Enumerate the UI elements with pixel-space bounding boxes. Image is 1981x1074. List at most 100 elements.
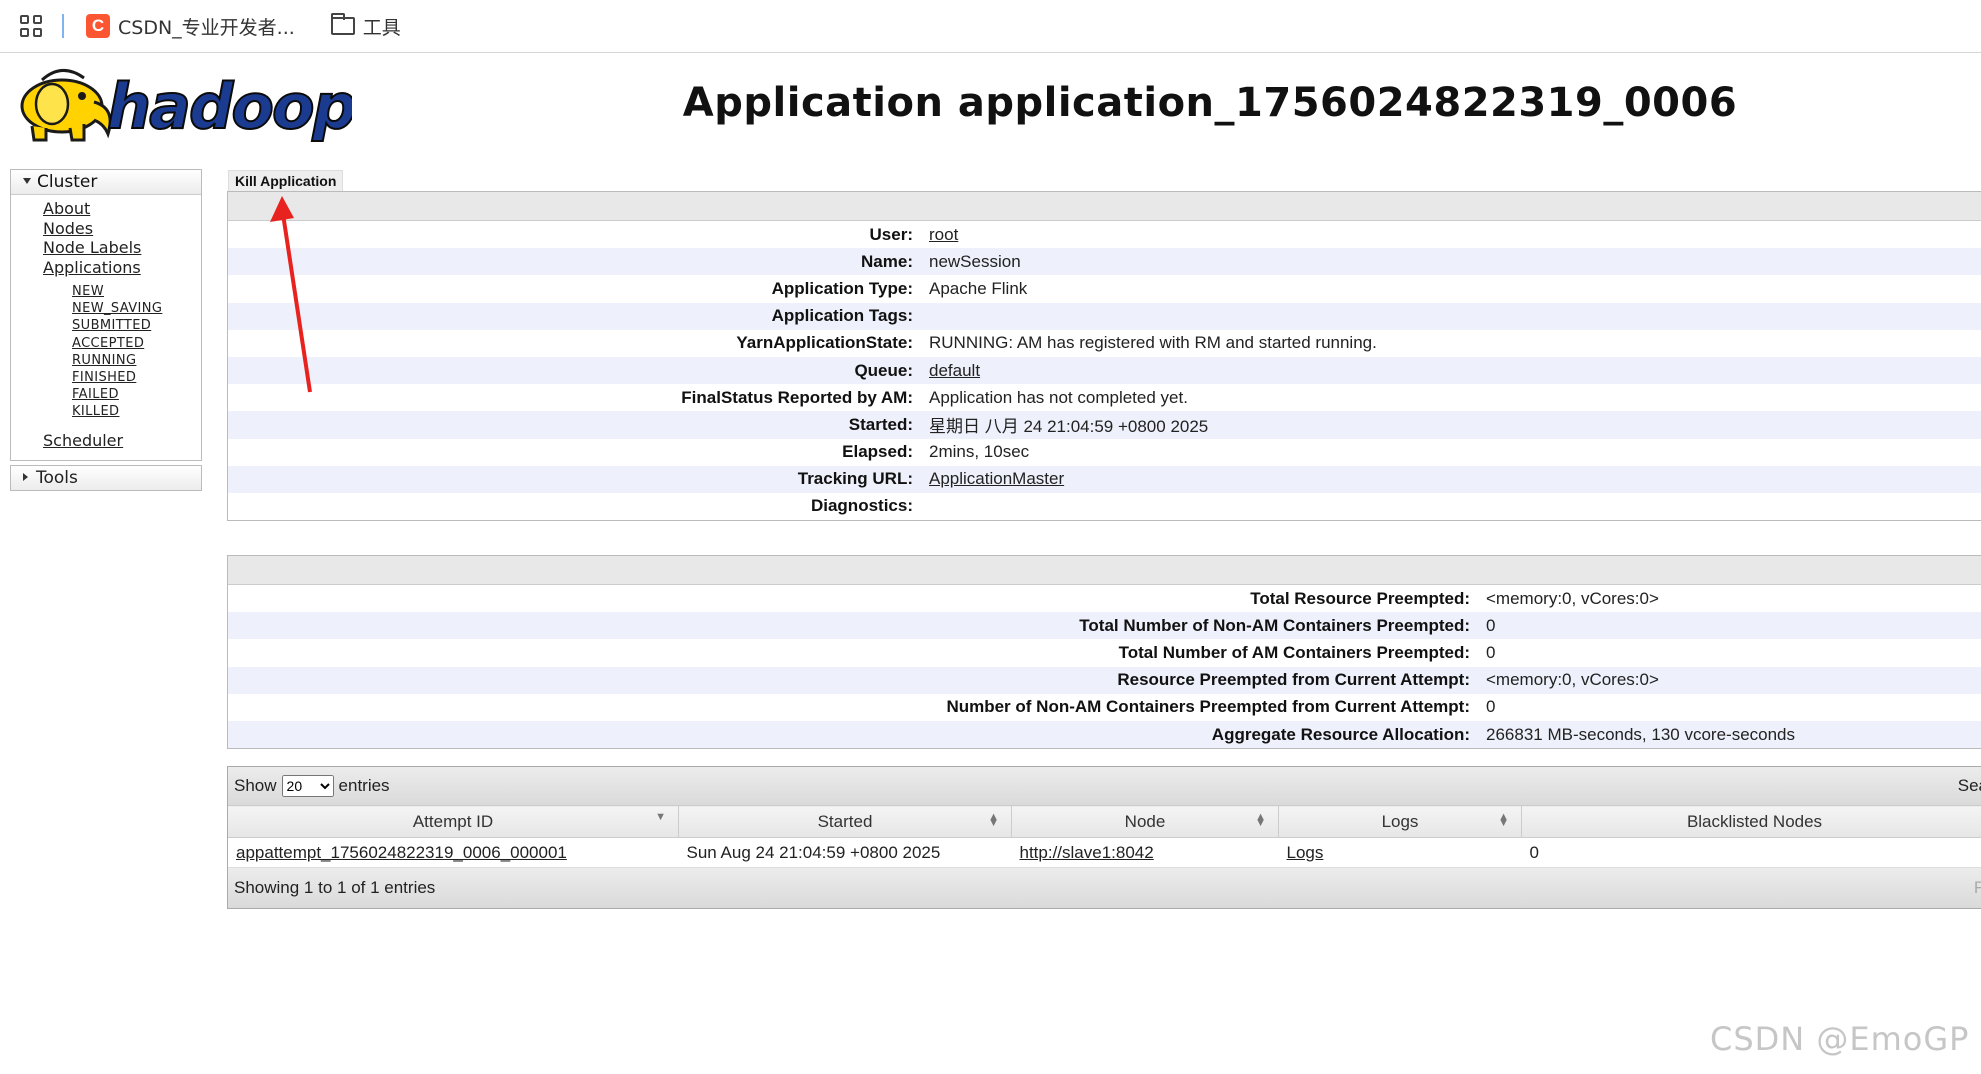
info-row-queue: Queue: default [228, 356, 1981, 385]
column-label: Node [1124, 811, 1166, 831]
hadoop-elephant-icon [20, 69, 112, 142]
watermark: CSDN @EmoGP [1710, 1020, 1970, 1058]
attempt-id-link[interactable]: appattempt_1756024822319_0006_000001 [236, 843, 567, 862]
cluster-label: Cluster [37, 172, 98, 192]
hadoop-logo[interactable]: hadoop [12, 62, 352, 144]
info-key: Diagnostics: [810, 496, 913, 516]
attempt-started: Sun Aug 24 21:04:59 +0800 2025 [678, 837, 1012, 868]
bookmark-label: CSDN_专业开发者... [118, 16, 295, 39]
nav-link-nodes[interactable]: Nodes [43, 219, 93, 238]
cluster-toggle[interactable]: Cluster [11, 170, 201, 195]
info-key: Total Number of AM Containers Preempted: [1118, 642, 1470, 662]
info-value: 0 [1486, 642, 1496, 662]
bookmark-separator [62, 14, 64, 38]
pagination-first[interactable]: Fi [1974, 878, 1981, 898]
panel-header [228, 556, 1981, 585]
sidebar-nav: Cluster About Nodes Node Labels Applicat… [10, 169, 202, 492]
info-row-tags: Application Tags: [228, 302, 1981, 330]
triangle-right-icon [23, 473, 28, 482]
panel-header [228, 192, 1981, 221]
nav-state-killed[interactable]: KILLED [72, 404, 119, 419]
hadoop-logo-text: hadoop [107, 70, 352, 143]
nav-state-finished[interactable]: FINISHED [72, 370, 136, 385]
info-value: RUNNING: AM has registered with RM and s… [929, 333, 1377, 353]
nav-state-failed[interactable]: FAILED [72, 387, 119, 402]
cluster-section: Cluster About Nodes Node Labels Applicat… [10, 169, 202, 462]
info-row-elapsed: Elapsed: 2mins, 10sec [228, 439, 1981, 466]
info-value: Apache Flink [929, 278, 1028, 298]
col-node[interactable]: Node ▲ ▼ [1011, 805, 1279, 838]
preempt-row: Total Number of Non-AM Containers Preemp… [228, 612, 1981, 640]
info-value [929, 302, 1981, 330]
info-value: 星期日 八月 24 21:04:59 +0800 2025 [929, 411, 1981, 439]
info-value: <memory:0, vCores:0> [1486, 588, 1659, 608]
attempts-table: Attempt ID ▼ Started ▲ ▼ Node ▲ ▼ Logs ▲ ▼ Blac… [228, 805, 1981, 868]
info-row-user: User: root [228, 221, 1981, 248]
preempt-row: Aggregate Resource Allocation: 266831 MB-… [228, 720, 1981, 749]
tools-label: Tools [36, 468, 78, 489]
annotation-arrow [270, 196, 312, 393]
csdn-icon: C [86, 14, 110, 38]
col-blacklisted-nodes[interactable]: Blacklisted Nodes [1521, 805, 1981, 838]
sort-both-icon: ▲ ▼ [1498, 811, 1509, 829]
blacklisted-nodes-value: 0 [1521, 837, 1981, 868]
info-key: Name: [228, 248, 929, 276]
node-link[interactable]: http://slave1:8042 [1020, 843, 1154, 862]
nav-state-new-saving[interactable]: NEW_SAVING [72, 301, 162, 316]
nav-link-applications[interactable]: Applications [43, 258, 141, 277]
nav-link-scheduler[interactable]: Scheduler [43, 431, 123, 450]
application-overview-panel: User: root Name: newSession Application Ty… [227, 191, 1981, 522]
info-value: 266831 MB-seconds, 130 vcore-seconds [1486, 720, 1981, 749]
info-key: Resource Preempted from Current Attempt: [228, 666, 1486, 694]
search-label: Sea [1957, 776, 1981, 795]
info-row-state: YarnApplicationState: RUNNING: AM has reg… [228, 330, 1981, 357]
info-key: Application Tags: [228, 302, 929, 330]
col-started[interactable]: Started ▲ ▼ [678, 805, 1012, 838]
column-label: Started [817, 811, 873, 831]
page-title: Application application_1756024822319_00… [682, 80, 1738, 126]
column-label: Blacklisted Nodes [1686, 811, 1823, 831]
info-key: User: [869, 224, 913, 244]
nav-link-about[interactable]: About [43, 199, 90, 218]
info-key: Started: [228, 411, 929, 439]
info-value: <memory:0, vCores:0> [1486, 666, 1981, 694]
folder-icon [330, 13, 355, 35]
bookmarks-bar: C CSDN_专业开发者... 工具 [0, 0, 1981, 53]
queue-link[interactable]: default [929, 361, 980, 380]
sort-desc-icon: ▼ [655, 811, 666, 823]
info-key: FinalStatus Reported by AM: [681, 387, 913, 407]
info-row-started: Started: 星期日 八月 24 21:04:59 +0800 2025 [228, 411, 1981, 439]
nav-state-accepted[interactable]: ACCEPTED [72, 336, 144, 351]
preemption-panel: Total Resource Preempted: <memory:0, vCor… [227, 555, 1981, 750]
table-controls: Show 20 entries Sea [228, 767, 1981, 805]
nav-link-node-labels[interactable]: Node Labels [43, 238, 141, 257]
triangle-down-icon [23, 178, 31, 184]
preempt-row: Number of Non-AM Containers Preempted fr… [228, 694, 1981, 721]
column-label: Logs [1381, 811, 1419, 831]
logs-link[interactable]: Logs [1287, 843, 1324, 862]
info-row-tracking-url: Tracking URL: ApplicationMaster [228, 465, 1981, 493]
col-logs[interactable]: Logs ▲ ▼ [1278, 805, 1522, 838]
apps-grid-icon[interactable] [20, 15, 42, 37]
page-size-select[interactable]: 20 [281, 775, 334, 797]
table-footer: Showing 1 to 1 of 1 entries Fi [228, 868, 1981, 908]
nav-state-submitted[interactable]: SUBMITTED [72, 318, 151, 333]
nav-state-new[interactable]: NEW [72, 284, 104, 299]
col-attempt-id[interactable]: Attempt ID ▼ [228, 805, 679, 838]
info-value: 0 [1486, 697, 1496, 717]
info-key: Application Type: [771, 278, 913, 298]
tools-toggle[interactable]: Tools [10, 465, 202, 492]
show-label: Show [234, 776, 277, 795]
tracking-url-link[interactable]: ApplicationMaster [929, 469, 1064, 488]
info-value: Application has not completed yet. [929, 387, 1188, 407]
preempt-row: Resource Preempted from Current Attempt:… [228, 666, 1981, 694]
bookmark-tools-folder[interactable]: 工具 [330, 13, 401, 40]
info-row-name: Name: newSession [228, 248, 1981, 276]
info-row-final-status: FinalStatus Reported by AM: Application h… [228, 384, 1981, 411]
user-link[interactable]: root [929, 225, 958, 244]
info-value [929, 493, 1981, 520]
info-key: Elapsed: [842, 442, 913, 462]
info-row-type: Application Type: Apache Flink [228, 275, 1981, 302]
nav-state-running[interactable]: RUNNING [72, 353, 136, 368]
bookmark-csdn[interactable]: C CSDN_专业开发者... [86, 13, 295, 40]
